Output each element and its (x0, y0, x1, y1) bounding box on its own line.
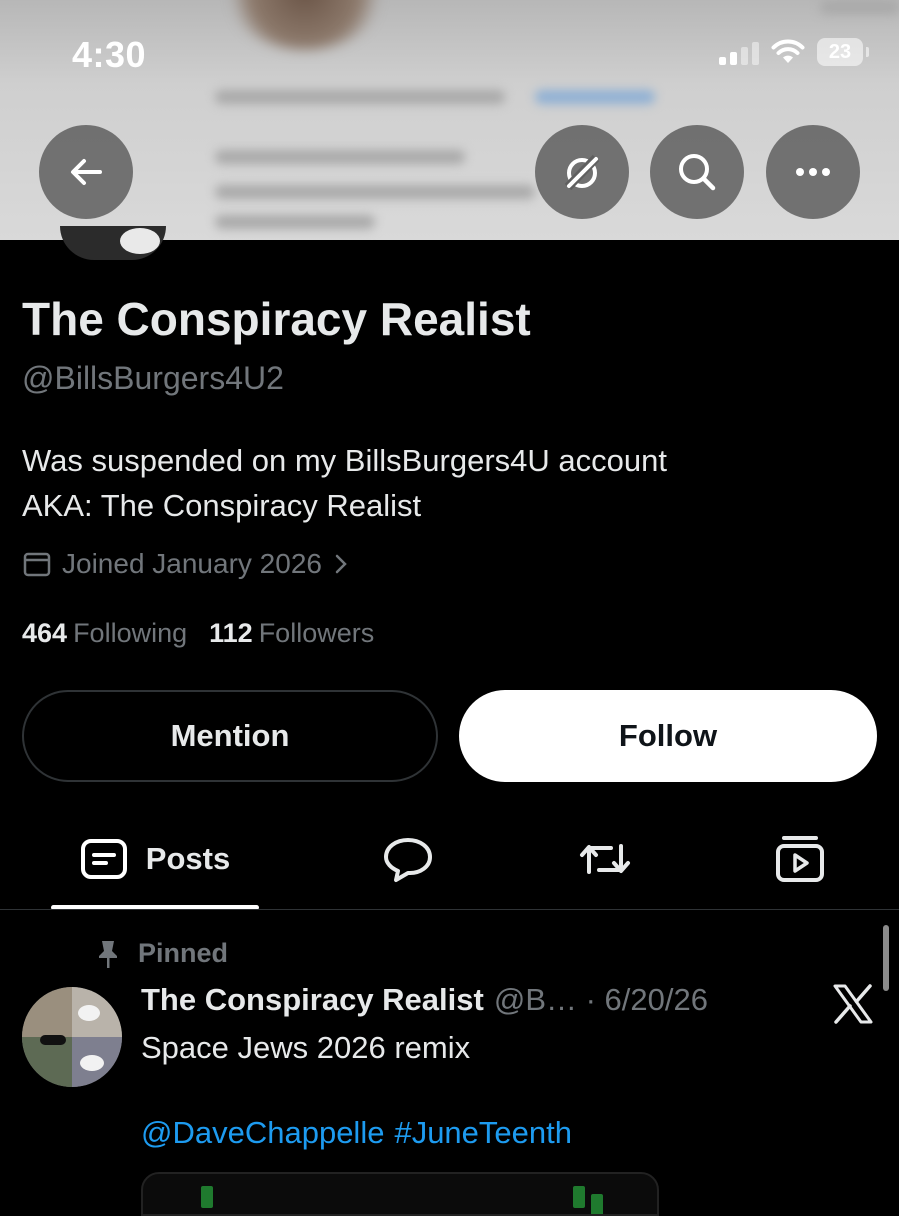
post-links: @DaveChappelle #JuneTeenth (141, 1115, 582, 1151)
status-time: 4:30 (72, 34, 147, 75)
search-icon (679, 154, 716, 191)
hashtag-link[interactable]: #JuneTeenth (394, 1115, 572, 1150)
grok-slash-icon (564, 154, 600, 191)
scrollbar[interactable] (883, 925, 889, 991)
mention-button[interactable]: Mention (22, 690, 438, 782)
joined-label: Joined January 2026 (62, 548, 322, 579)
media-thumbnail (573, 1186, 585, 1208)
banner-blur (215, 185, 535, 199)
post-author-name[interactable]: The Conspiracy Realist (141, 982, 484, 1018)
post-header: The Conspiracy Realist @B… · 6/20/26 (141, 982, 708, 1018)
banner-blurred-avatar (225, 0, 385, 50)
back-button[interactable] (39, 125, 133, 219)
bio-line: AKA: The Conspiracy Realist (22, 488, 422, 523)
avatar-speech-bubble (120, 228, 160, 254)
banner-blur (215, 150, 465, 164)
divider (0, 909, 899, 910)
profile-avatar[interactable] (60, 226, 166, 260)
tab-posts[interactable]: Posts (51, 820, 259, 898)
banner-blur (215, 215, 375, 229)
pinned-label: Pinned (138, 938, 229, 968)
mention-link[interactable]: @DaveChappelle (141, 1115, 384, 1150)
followers-count: 112 (209, 618, 253, 648)
posts-icon (80, 839, 127, 879)
profile-display-name: The Conspiracy Realist (22, 293, 531, 345)
pinned-indicator: Pinned (96, 938, 228, 969)
following-label: Following (73, 618, 188, 648)
tab-posts-label: Posts (145, 841, 231, 876)
followers-label: Followers (258, 618, 375, 648)
follow-counts: 464 Following 112 Followers (22, 618, 374, 649)
chevron-right-icon (335, 554, 347, 574)
wifi-icon (771, 39, 805, 63)
following-count: 464 (22, 618, 68, 648)
post-author-avatar[interactable] (22, 987, 122, 1087)
tab-replies[interactable] (358, 820, 458, 898)
video-play-icon (776, 836, 824, 882)
cellular-signal-icon (719, 39, 759, 65)
profile-tabs: Posts (0, 820, 899, 910)
more-horizontal-icon (796, 168, 830, 176)
post-text: Space Jews 2026 remix (141, 1030, 471, 1065)
pin-icon (99, 940, 117, 968)
calendar-icon (23, 552, 51, 577)
follow-button[interactable]: Follow (459, 690, 877, 782)
following-link[interactable]: 464 Following (22, 618, 187, 649)
grok-button[interactable] (535, 125, 629, 219)
tab-media[interactable] (750, 820, 850, 898)
search-button[interactable] (650, 125, 744, 219)
banner-blur (215, 90, 505, 104)
banner-blur (535, 90, 655, 104)
profile-banner: 4:30 23 (0, 0, 899, 240)
post-meta: @B… · 6/20/26 (493, 982, 708, 1017)
tab-reposts[interactable] (555, 820, 655, 898)
joined-date[interactable]: Joined January 2026 (22, 548, 350, 580)
x-logo-icon (833, 984, 873, 1024)
followers-link[interactable]: 112 Followers (209, 618, 374, 649)
bio-line: Was suspended on my BillsBurgers4U accou… (22, 443, 667, 478)
profile-handle: @BillsBurgers4U2 (22, 360, 284, 396)
more-options-button[interactable] (766, 125, 860, 219)
repost-icon (580, 844, 630, 874)
battery-level: 23 (828, 40, 852, 63)
reply-bubble-icon (384, 838, 432, 882)
arrow-left-icon (71, 159, 102, 185)
status-icons: 23 (719, 38, 869, 66)
profile-bio: Was suspended on my BillsBurgers4U accou… (22, 438, 667, 528)
post-media[interactable] (141, 1172, 659, 1216)
media-thumbnail (591, 1194, 603, 1214)
media-thumbnail (201, 1186, 213, 1208)
banner-blur (820, 0, 899, 14)
battery-icon: 23 (817, 38, 869, 66)
